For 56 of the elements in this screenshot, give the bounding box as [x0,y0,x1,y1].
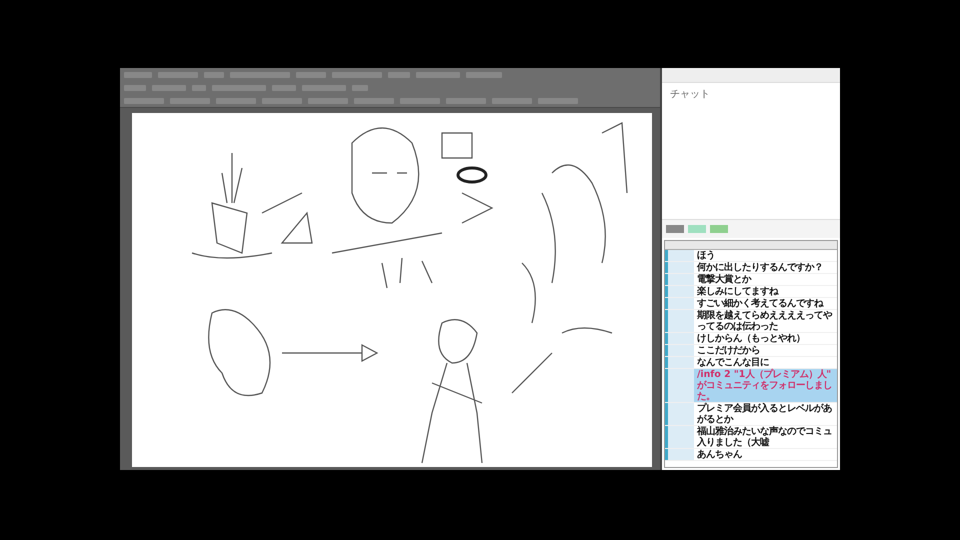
comment-text: 期限を越えてらめええええってやってるのは伝わった [696,310,834,332]
control-button[interactable] [710,225,728,233]
tab[interactable] [538,98,578,104]
number-cell [665,333,694,344]
number-cell [665,250,694,261]
number-cell [665,369,694,402]
comment-text: 電撃大賞とか [696,274,752,285]
tool-button[interactable] [124,84,146,90]
tab[interactable] [216,98,256,104]
menu-item[interactable] [388,72,410,78]
comment-text: あんちゃん [696,449,743,460]
tab[interactable] [124,98,164,104]
tab[interactable] [262,98,302,104]
number-cell [665,403,694,425]
menu-item[interactable] [158,72,198,78]
number-cell [665,345,694,356]
tab[interactable] [354,98,394,104]
tool-button[interactable] [212,84,266,90]
control-button[interactable] [666,225,684,233]
menu-item[interactable] [124,72,152,78]
control-button[interactable] [688,225,706,233]
chat-title: チャット [669,88,711,102]
number-cell [665,449,694,460]
tab[interactable] [446,98,486,104]
comment-text: 楽しみにしてますね [696,286,780,297]
comment-text: なんでこんな目に [696,357,770,368]
number-cell [665,262,694,273]
comment-text: けしからん（もっとやれ） [696,333,806,344]
tool-button[interactable] [352,84,368,90]
tab[interactable] [492,98,532,104]
number-cell [665,357,694,368]
menu-item[interactable] [296,72,326,78]
comment-text: 福山雅治みたいな声なのでコミュ入りました（大嘘 [696,426,833,448]
tool-button[interactable] [152,84,186,90]
menu-item[interactable] [230,72,290,78]
tab[interactable] [400,98,440,104]
menu-item[interactable] [332,72,382,78]
tab[interactable] [308,98,348,104]
tool-button[interactable] [192,84,206,90]
comment-text: プレミア会員が入るとレベルがあがるとか [696,403,833,425]
number-cell [665,274,694,285]
tool-button[interactable] [302,84,346,90]
tool-button[interactable] [272,84,296,90]
comment-text: すごい細かく考えてるんですね [696,298,824,309]
number-cell [665,286,694,297]
number-cell [665,310,694,332]
tab[interactable] [170,98,210,104]
comment-text: 何かに出したりするんですか？ [696,262,824,273]
comment-text: ほう [696,250,716,261]
menu-item[interactable] [466,72,502,78]
number-cell [665,426,694,448]
menu-item[interactable] [416,72,460,78]
comment-text: ここだけだから [696,345,761,356]
menu-item[interactable] [204,72,224,78]
number-cell [665,298,694,309]
comment-text: /info 2 "1人（プレミアム）人" がコミュニティをフォローしました。 [696,369,833,402]
